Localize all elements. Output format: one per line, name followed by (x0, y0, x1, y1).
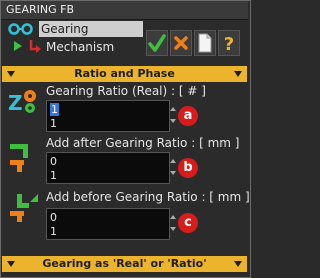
add-after-label: Add after Gearing Ratio : [ mm ] (46, 136, 240, 150)
new-document-icon (198, 33, 212, 53)
tree-item-gearing[interactable]: Gearing (6, 21, 146, 37)
field-add-after: Add after Gearing Ratio : [ mm ] 0 1 b (2, 136, 247, 184)
new-document-button[interactable] (194, 30, 216, 56)
collapse-arrow-icon (234, 261, 242, 267)
tree-item-gearing-label[interactable]: Gearing (39, 21, 143, 37)
collapse-arrow-icon (7, 71, 15, 77)
add-before-spinner[interactable] (168, 211, 178, 237)
add-before-input[interactable]: 0 1 (46, 208, 170, 240)
spin-down-icon[interactable] (170, 171, 176, 175)
tree-item-mechanism[interactable]: Mechanism (6, 39, 146, 55)
badge-b: b (178, 158, 198, 178)
gearing-ratio-spinner[interactable] (168, 103, 178, 129)
window-title: GEARING FB (6, 3, 75, 16)
gearing-ratio-input[interactable]: 1 1 (46, 100, 170, 132)
section-gearing-mode-label: Gearing as 'Real' or 'Ratio' (42, 257, 207, 270)
check-icon (148, 34, 166, 52)
help-button[interactable]: ? (218, 30, 240, 56)
cancel-button[interactable] (170, 30, 192, 56)
add-before-denominator[interactable]: 1 (50, 225, 57, 238)
close-icon (174, 36, 188, 50)
spin-up-icon[interactable] (170, 159, 176, 163)
offset-before-icon (10, 194, 38, 222)
add-after-value[interactable]: 0 (50, 155, 57, 168)
spin-down-icon[interactable] (170, 227, 176, 231)
add-after-input[interactable]: 0 1 (46, 152, 170, 184)
spin-up-icon[interactable] (170, 215, 176, 219)
collapse-arrow-icon (234, 71, 242, 77)
spin-up-icon[interactable] (170, 107, 176, 111)
tree-view[interactable]: Gearing Mechanism (6, 21, 146, 59)
badge-a: a (178, 106, 198, 126)
section-ratio-phase-label: Ratio and Phase (74, 67, 175, 80)
expand-arrow-icon[interactable] (13, 40, 23, 52)
spin-down-icon[interactable] (170, 119, 176, 123)
tree-item-mechanism-label[interactable]: Mechanism (46, 40, 114, 54)
add-before-label: Add before Gearing Ratio : [ mm ] (46, 190, 250, 204)
collapse-arrow-icon (7, 261, 15, 267)
gearing-ratio-denominator[interactable]: 1 (50, 117, 57, 130)
add-after-spinner[interactable] (168, 155, 178, 181)
help-icon: ? (224, 34, 234, 55)
ok-button[interactable] (146, 30, 168, 56)
gearing-ratio-numerator[interactable]: 1 (50, 103, 59, 116)
offset-after-icon (10, 144, 28, 172)
glasses-icon (8, 23, 33, 35)
add-before-value[interactable]: 0 (50, 211, 57, 224)
svg-text:Z: Z (8, 91, 23, 115)
field-add-before: Add before Gearing Ratio : [ mm ] 0 1 c (2, 190, 250, 240)
add-after-denominator[interactable]: 1 (50, 169, 57, 182)
link-arrow-icon (29, 40, 41, 53)
gears-icon: Z (8, 90, 36, 115)
svg-text:?: ? (224, 34, 234, 55)
section-header-gearing-mode[interactable]: Gearing as 'Real' or 'Ratio' (2, 256, 247, 272)
section-header-ratio-phase[interactable]: Ratio and Phase (2, 66, 247, 82)
badge-c: c (178, 213, 198, 233)
gearing-ratio-label: Gearing Ratio (Real) : [ # ] (46, 84, 206, 98)
field-gearing-ratio: Z Gearing Ratio (Real) : [ # ] 1 1 a (2, 84, 247, 132)
title-bar: GEARING FB (1, 1, 248, 20)
